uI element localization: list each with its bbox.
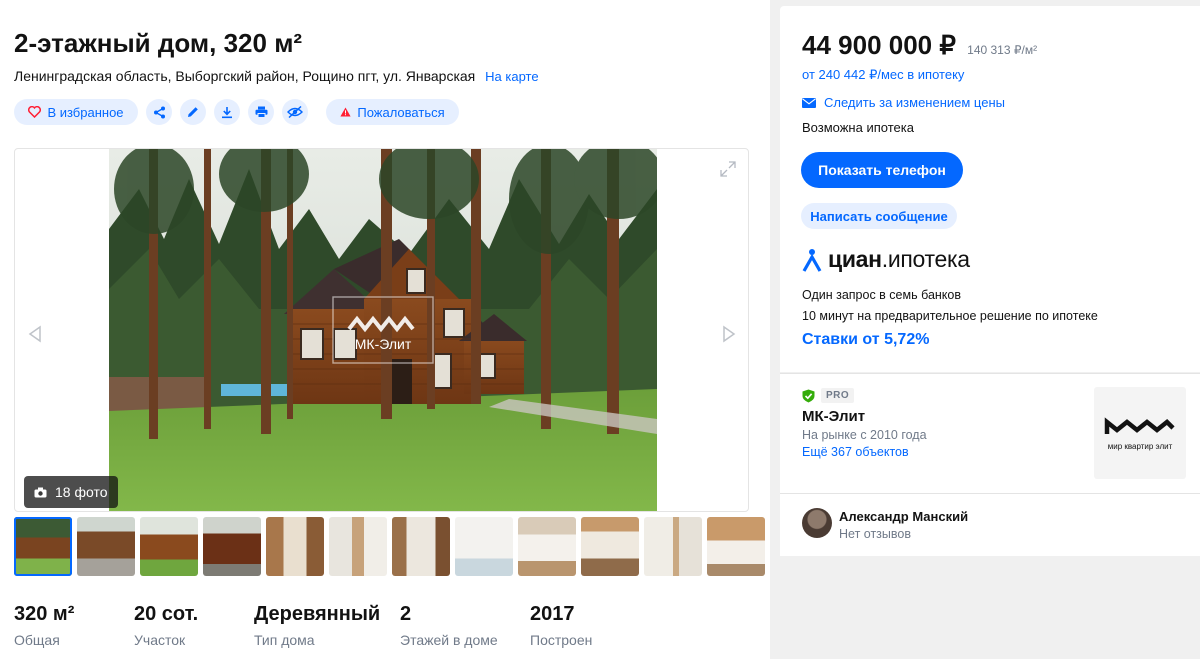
mortgage-rates-link[interactable]: Ставки от 5,72% [802, 331, 929, 349]
follow-price-link[interactable]: Следить за изменением цены [802, 95, 1005, 110]
fact-value: 20 сот. [134, 603, 199, 625]
complain-label: Пожаловаться [357, 104, 445, 120]
mortgage-line-banks: Один запрос в семь банков [802, 288, 962, 302]
main-photo[interactable]: МК-Элит [109, 149, 657, 511]
complain-button[interactable]: Пожаловаться [326, 99, 459, 125]
fact-value: 2017 [530, 603, 575, 625]
cian-product: ипотека [887, 246, 970, 272]
fact-label: Тип дома [254, 632, 315, 648]
next-photo-arrow[interactable] [721, 325, 737, 343]
photo-count-label: 18 фото [55, 484, 108, 500]
heart-icon [28, 106, 42, 118]
listing-title: 2-этажный дом, 320 м² [14, 28, 303, 58]
fullscreen-button[interactable] [720, 161, 736, 177]
thumbnail[interactable] [644, 517, 702, 576]
thumbnail[interactable] [14, 517, 72, 576]
agency-logo[interactable]: мир квартир элит [1094, 387, 1186, 479]
agent-reviews: Нет отзывов [839, 527, 911, 541]
price: 44 900 000 ₽ 140 313 ₽/м² [802, 30, 1037, 61]
agency-logo-mark [1104, 416, 1175, 434]
write-message-button[interactable]: Написать сообщение [801, 203, 957, 229]
fact-plot: 20 сот. Участок [134, 603, 254, 648]
fact-area: 320 м² Общая [14, 603, 134, 648]
listing-card: 2-этажный дом, 320 м² Ленинградская обла… [0, 0, 770, 659]
thumbnail[interactable] [329, 517, 387, 576]
thumbnail-strip [14, 517, 765, 576]
price-per-sqm: 140 313 ₽/м² [967, 43, 1038, 57]
envelope-icon [802, 97, 816, 108]
divider [780, 493, 1200, 494]
share-icon [153, 106, 166, 119]
thumbnail[interactable] [266, 517, 324, 576]
chevron-left-icon [28, 325, 41, 343]
thumbnail[interactable] [77, 517, 135, 576]
agent-name[interactable]: Александр Манский [839, 509, 968, 524]
watermark-text: МК-Элит [355, 336, 412, 352]
hide-button[interactable] [282, 99, 308, 125]
agency-logo-tagline: мир квартир элит [1107, 441, 1173, 451]
fact-label: Участок [134, 632, 186, 648]
mortgage-possible: Возможна ипотека [802, 120, 914, 135]
photo-gallery: МК-Элит 18 фото [14, 148, 749, 512]
fact-label: Построен [530, 632, 593, 648]
agency-more-objects-link[interactable]: Ещё 367 объектов [802, 445, 909, 459]
pro-badge: PRO [821, 388, 855, 403]
follow-price-label: Следить за изменением цены [824, 95, 1005, 110]
thumbnail[interactable] [203, 517, 261, 576]
print-button[interactable] [248, 99, 274, 125]
print-icon [255, 106, 268, 118]
agency-card: PRO МК-Элит На рынке с 2010 года Ещё 367… [780, 373, 1200, 556]
chevron-right-icon [723, 325, 736, 343]
thumbnail[interactable] [455, 517, 513, 576]
favorite-label: В избранное [47, 104, 124, 120]
show-phone-button[interactable]: Показать телефон [801, 152, 963, 188]
avatar[interactable] [802, 508, 832, 538]
mortgage-line-decision: 10 минут на предварительное решение по и… [802, 309, 1098, 323]
prev-photo-arrow[interactable] [27, 325, 43, 343]
price-total: 44 900 000 ₽ [802, 30, 956, 60]
agency-badges: PRO [802, 388, 855, 403]
listing-address: Ленинградская область, Выборгский район,… [14, 68, 539, 84]
fact-built: 2017 Построен [530, 603, 630, 648]
warning-icon [340, 107, 351, 117]
mortgage-payment-link[interactable]: от 240 442 ₽/мес в ипотеку [802, 67, 964, 83]
fact-value: 2 [400, 603, 412, 625]
fact-label: Общая [14, 632, 60, 648]
fact-value: 320 м² [14, 603, 75, 625]
fact-value: Деревянный [254, 603, 381, 625]
agency-since: На рынке с 2010 года [802, 428, 927, 442]
fact-label: Этажей в доме [400, 632, 498, 648]
cian-logo-icon [802, 248, 822, 272]
download-icon [221, 106, 233, 119]
thumbnail[interactable] [392, 517, 450, 576]
cian-mortgage-logo: циан.ипотека [802, 246, 970, 273]
house-photo: МК-Элит [109, 149, 657, 511]
fact-house-type: Деревянный Тип дома [254, 603, 400, 648]
expand-icon [720, 161, 736, 177]
verified-shield-icon [802, 389, 815, 402]
agency-name[interactable]: МК-Элит [802, 408, 865, 425]
price-card: 44 900 000 ₽ 140 313 ₽/м² от 240 442 ₽/м… [780, 6, 1200, 372]
share-button[interactable] [146, 99, 172, 125]
hide-icon [287, 106, 303, 118]
actions-bar: В избранное Пожаловаться [14, 99, 459, 125]
download-button[interactable] [214, 99, 240, 125]
map-link[interactable]: На карте [485, 69, 538, 84]
thumbnail[interactable] [518, 517, 576, 576]
edit-button[interactable] [180, 99, 206, 125]
fact-floors: 2 Этажей в доме [400, 603, 530, 648]
thumbnail[interactable] [140, 517, 198, 576]
cian-brand: циан [828, 246, 882, 272]
photo-count-button[interactable]: 18 фото [24, 476, 118, 508]
favorite-button[interactable]: В избранное [14, 99, 138, 125]
thumbnail[interactable] [581, 517, 639, 576]
edit-icon [187, 106, 199, 118]
key-facts: 320 м² Общая 20 сот. Участок Деревянный … [14, 603, 630, 648]
camera-icon [34, 487, 47, 497]
thumbnail[interactable] [707, 517, 765, 576]
address-text: Ленинградская область, Выборгский район,… [14, 68, 476, 84]
